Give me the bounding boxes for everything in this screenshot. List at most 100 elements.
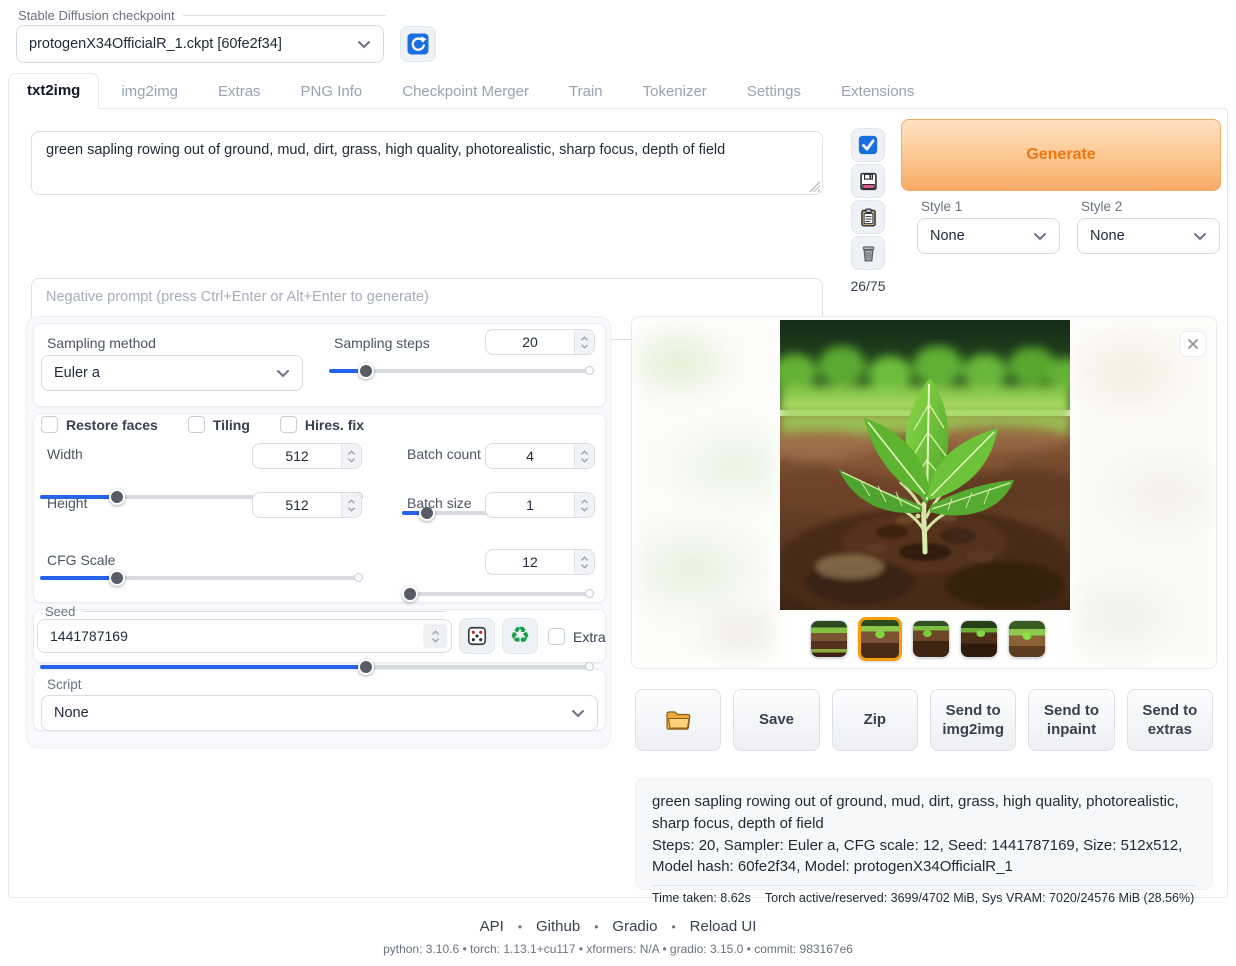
- paste-style-button[interactable]: [851, 200, 885, 234]
- footer-links: API • Github • Gradio • Reload UI: [0, 918, 1236, 935]
- zip-button[interactable]: Zip: [832, 689, 918, 751]
- stepper-arrows[interactable]: [423, 624, 447, 648]
- chevron-down-icon: [347, 506, 356, 512]
- open-folder-button[interactable]: [635, 689, 721, 751]
- checkbox-icon: [41, 416, 58, 433]
- width-value: 512: [253, 444, 341, 468]
- prompt-input[interactable]: green sapling rowing out of ground, mud,…: [31, 131, 823, 195]
- sapling-image: [780, 320, 1070, 610]
- cfg-scale-value: 12: [486, 550, 574, 574]
- send-to-inpaint-button[interactable]: Send to inpaint: [1028, 689, 1114, 751]
- thumbnail-2-selected[interactable]: [858, 617, 902, 661]
- batch-count-number[interactable]: 4: [485, 443, 595, 469]
- cfg-scale-number[interactable]: 12: [485, 549, 595, 575]
- slider-thumb[interactable]: [402, 586, 418, 602]
- reload-ui-link[interactable]: Reload UI: [690, 918, 757, 935]
- random-seed-button[interactable]: [459, 618, 495, 654]
- sampling-steps-slider[interactable]: [329, 363, 593, 379]
- apply-style-button[interactable]: [851, 128, 885, 162]
- gradio-link[interactable]: Gradio: [612, 918, 657, 935]
- prompt-tools: 26/75: [848, 128, 888, 294]
- style1-select[interactable]: None: [917, 218, 1060, 254]
- height-slider[interactable]: [40, 570, 362, 586]
- tiling-checkbox[interactable]: Tiling: [188, 416, 250, 433]
- cfg-scale-label: CFG Scale: [47, 552, 115, 568]
- send-to-extras-button[interactable]: Send to extras: [1127, 689, 1213, 751]
- style2-label: Style 2: [1081, 199, 1122, 214]
- slider-thumb[interactable]: [358, 659, 374, 675]
- cfg-scale-slider[interactable]: [40, 659, 593, 675]
- chevron-up-icon: [431, 630, 440, 636]
- batch-size-number[interactable]: 1: [485, 492, 595, 518]
- generate-column: Generate Style 1 Style 2 None None: [901, 109, 1221, 269]
- seed-value: 1441787169: [38, 620, 419, 652]
- output-buttons: Save Zip Send to img2img Send to inpaint…: [635, 689, 1213, 751]
- stepper-arrows[interactable]: [574, 330, 594, 354]
- bullet-separator: •: [671, 920, 675, 934]
- stepper-arrows[interactable]: [574, 493, 594, 517]
- label-rule: [183, 15, 386, 16]
- thumbnail-3[interactable]: [912, 620, 950, 658]
- info-prompt-text: green sapling rowing out of ground, mud,…: [652, 791, 1196, 835]
- send-to-img2img-button[interactable]: Send to img2img: [930, 689, 1016, 751]
- hires-fix-checkbox[interactable]: Hires. fix: [280, 416, 364, 433]
- main-tabs: txt2img img2img Extras PNG Info Checkpoi…: [8, 76, 932, 109]
- clear-prompt-button[interactable]: [851, 236, 885, 270]
- tab-checkpoint-merger[interactable]: Checkpoint Merger: [384, 75, 547, 109]
- stepper-arrows[interactable]: [574, 550, 594, 574]
- script-select[interactable]: None: [41, 695, 598, 731]
- height-number[interactable]: 512: [252, 492, 362, 518]
- stepper-arrows[interactable]: [341, 444, 361, 468]
- restore-faces-checkbox[interactable]: Restore faces: [41, 416, 158, 433]
- prompt-wrap: green sapling rowing out of ground, mud,…: [31, 131, 823, 195]
- thumbnail-1[interactable]: [810, 620, 848, 658]
- close-gallery-button[interactable]: [1180, 331, 1206, 357]
- sampling-method-select[interactable]: Euler a: [41, 355, 303, 391]
- style2-select[interactable]: None: [1077, 218, 1220, 254]
- txt2img-panel: green sapling rowing out of ground, mud,…: [8, 108, 1228, 898]
- sampling-method-label: Sampling method: [47, 335, 156, 351]
- token-counter: 26/75: [850, 278, 885, 294]
- slider-thumb[interactable]: [109, 489, 125, 505]
- tab-png-info[interactable]: PNG Info: [283, 75, 381, 109]
- seed-number[interactable]: 1441787169: [37, 619, 452, 653]
- save-button[interactable]: Save: [733, 689, 819, 751]
- script-value: None: [54, 705, 89, 721]
- reuse-seed-button[interactable]: ♻: [502, 618, 538, 654]
- tab-extras[interactable]: Extras: [200, 75, 279, 109]
- extra-seed-checkbox[interactable]: Extra: [548, 628, 606, 645]
- checkbox-icon: [280, 416, 297, 433]
- tab-settings[interactable]: Settings: [729, 75, 819, 109]
- batch-size-slider[interactable]: [402, 586, 593, 602]
- chevron-down-icon: [357, 38, 371, 50]
- chevron-up-icon: [580, 556, 589, 562]
- tab-img2img[interactable]: img2img: [103, 75, 196, 109]
- api-link[interactable]: API: [480, 918, 504, 935]
- info-performance-row: Time taken: 8.62s Torch active/reserved:…: [652, 891, 1196, 905]
- style1-label: Style 1: [921, 199, 962, 214]
- stepper-arrows[interactable]: [341, 493, 361, 517]
- chevron-down-icon: [1193, 230, 1207, 242]
- tab-train[interactable]: Train: [551, 75, 621, 109]
- slider-thumb[interactable]: [109, 570, 125, 586]
- tab-txt2img[interactable]: txt2img: [8, 73, 99, 109]
- checkpoint-select[interactable]: protogenX34OfficialR_1.ckpt [60fe2f34]: [16, 25, 384, 63]
- refresh-checkpoint-button[interactable]: [400, 26, 436, 62]
- vram-usage-text: Torch active/reserved: 3699/4702 MiB, Sy…: [765, 891, 1194, 905]
- chevron-up-icon: [580, 450, 589, 456]
- checkpoint-label-row: Stable Diffusion checkpoint: [18, 8, 386, 23]
- stepper-arrows[interactable]: [574, 444, 594, 468]
- generated-image[interactable]: [780, 320, 1070, 610]
- generate-button[interactable]: Generate: [901, 119, 1221, 191]
- github-link[interactable]: Github: [536, 918, 580, 935]
- tab-extensions[interactable]: Extensions: [823, 75, 932, 109]
- slider-thumb[interactable]: [358, 363, 374, 379]
- width-number[interactable]: 512: [252, 443, 362, 469]
- thumbnail-5[interactable]: [1008, 620, 1046, 658]
- save-style-button[interactable]: [851, 164, 885, 198]
- chevron-down-icon: [580, 343, 589, 349]
- thumbnail-4[interactable]: [960, 620, 998, 658]
- generation-info: green sapling rowing out of ground, mud,…: [635, 778, 1213, 890]
- tab-tokenizer[interactable]: Tokenizer: [625, 75, 725, 109]
- sampling-steps-number[interactable]: 20: [485, 329, 595, 355]
